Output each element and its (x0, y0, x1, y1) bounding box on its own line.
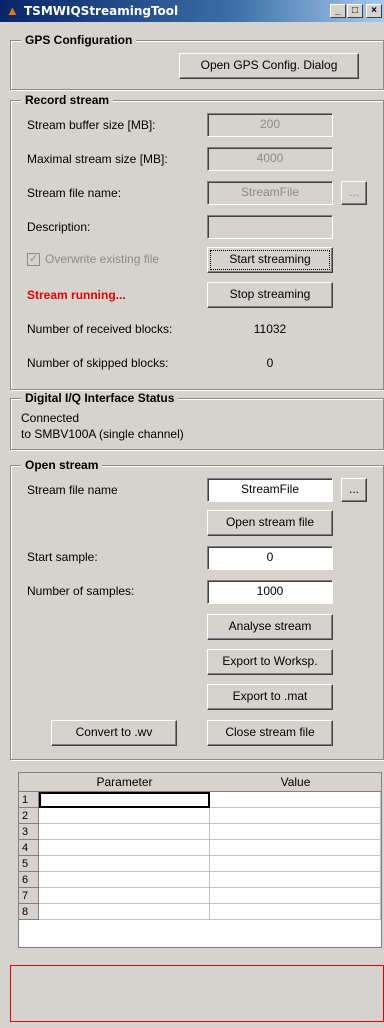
received-blocks-value: 11032 (253, 322, 287, 336)
stream-status-text: Stream running... (27, 288, 126, 302)
received-blocks-label: Number of received blocks: (27, 322, 173, 336)
row-header[interactable]: 5 (19, 856, 39, 872)
max-stream-size-label: Maximal stream size [MB]: (27, 152, 168, 166)
start-streaming-button[interactable]: Start streaming (207, 247, 333, 273)
open-browse-button[interactable]: ... (341, 478, 367, 502)
matlab-icon: ▲ (6, 3, 19, 18)
stream-file-name-label: Stream file name: (27, 186, 122, 200)
close-stream-file-button[interactable]: Close stream file (207, 720, 333, 746)
description-field[interactable] (207, 215, 333, 239)
table-cell-value[interactable] (210, 792, 381, 808)
open-gps-config-button[interactable]: Open GPS Config. Dialog (179, 53, 359, 79)
convert-wv-button[interactable]: Convert to .wv (51, 720, 177, 746)
gps-config-title: GPS Configuration (21, 33, 137, 47)
table-cell-value[interactable] (210, 888, 381, 904)
gps-config-group: GPS Configuration Open GPS Config. Dialo… (10, 33, 384, 90)
row-header[interactable]: 7 (19, 888, 39, 904)
row-header[interactable]: 6 (19, 872, 39, 888)
overwrite-label: Overwrite existing file (45, 252, 160, 266)
open-file-name-field[interactable]: StreamFile (207, 478, 333, 502)
analyse-stream-button[interactable]: Analyse stream (207, 614, 333, 640)
digital-iq-status-title: Digital I/Q Interface Status (21, 391, 179, 405)
open-stream-group: Open stream Stream file name StreamFile … (10, 458, 384, 760)
overwrite-checkbox[interactable]: ✓ (27, 253, 40, 266)
buffer-size-field[interactable]: 200 (207, 113, 333, 137)
window-title: TSMWIQStreamingTool (24, 4, 179, 18)
open-stream-file-button[interactable]: Open stream file (207, 510, 333, 536)
max-stream-size-field[interactable]: 4000 (207, 147, 333, 171)
table-cell-value[interactable] (210, 824, 381, 840)
column-header-value[interactable]: Value (210, 773, 382, 792)
close-icon[interactable]: × (366, 4, 382, 18)
maximize-icon[interactable]: □ (347, 4, 363, 18)
title-bar: ▲ TSMWIQStreamingTool _ □ × (0, 0, 384, 22)
record-stream-group: Record stream Stream buffer size [MB]: 2… (10, 93, 384, 390)
minimize-icon[interactable]: _ (330, 4, 346, 18)
description-label: Description: (27, 220, 91, 234)
num-samples-label: Number of samples: (27, 584, 135, 598)
export-mat-button[interactable]: Export to .mat (207, 684, 333, 710)
row-header[interactable]: 4 (19, 840, 39, 856)
skipped-blocks-label: Number of skipped blocks: (27, 356, 169, 370)
message-box (10, 965, 384, 1022)
start-sample-field[interactable]: 0 (207, 546, 333, 570)
table-cell-value[interactable] (210, 840, 381, 856)
digital-iq-status-group: Digital I/Q Interface Status Connected t… (10, 391, 384, 450)
table-cell-value[interactable] (210, 856, 381, 872)
connection-status-line1: Connected (21, 411, 80, 425)
row-header[interactable]: 3 (19, 824, 39, 840)
table-cell-parameter[interactable] (39, 872, 210, 888)
row-header[interactable]: 8 (19, 904, 39, 920)
record-stream-title: Record stream (21, 93, 114, 107)
open-file-name-label: Stream file name (27, 483, 118, 497)
open-stream-title: Open stream (21, 458, 103, 472)
stop-streaming-button[interactable]: Stop streaming (207, 282, 333, 308)
table-cell-value[interactable] (210, 904, 381, 920)
table-cell-parameter[interactable] (39, 856, 210, 872)
num-samples-field[interactable]: 1000 (207, 580, 333, 604)
parameter-table[interactable]: Parameter Value 12345678 (18, 772, 382, 948)
table-corner (19, 773, 40, 792)
table-cell-parameter[interactable] (39, 792, 210, 808)
start-sample-label: Start sample: (27, 550, 98, 564)
column-header-parameter[interactable]: Parameter (39, 773, 211, 792)
record-browse-button[interactable]: ... (341, 181, 367, 205)
table-cell-parameter[interactable] (39, 840, 210, 856)
table-cell-parameter[interactable] (39, 824, 210, 840)
buffer-size-label: Stream buffer size [MB]: (27, 118, 156, 132)
export-workspace-button[interactable]: Export to Worksp. (207, 649, 333, 675)
row-header[interactable]: 1 (19, 792, 39, 808)
skipped-blocks-value: 0 (266, 356, 274, 370)
row-header[interactable]: 2 (19, 808, 39, 824)
connection-status-line2: to SMBV100A (single channel) (21, 427, 184, 441)
table-cell-parameter[interactable] (39, 904, 210, 920)
table-cell-value[interactable] (210, 808, 381, 824)
table-cell-value[interactable] (210, 872, 381, 888)
table-cell-parameter[interactable] (39, 888, 210, 904)
stream-file-name-field[interactable]: StreamFile (207, 181, 333, 205)
table-cell-parameter[interactable] (39, 808, 210, 824)
